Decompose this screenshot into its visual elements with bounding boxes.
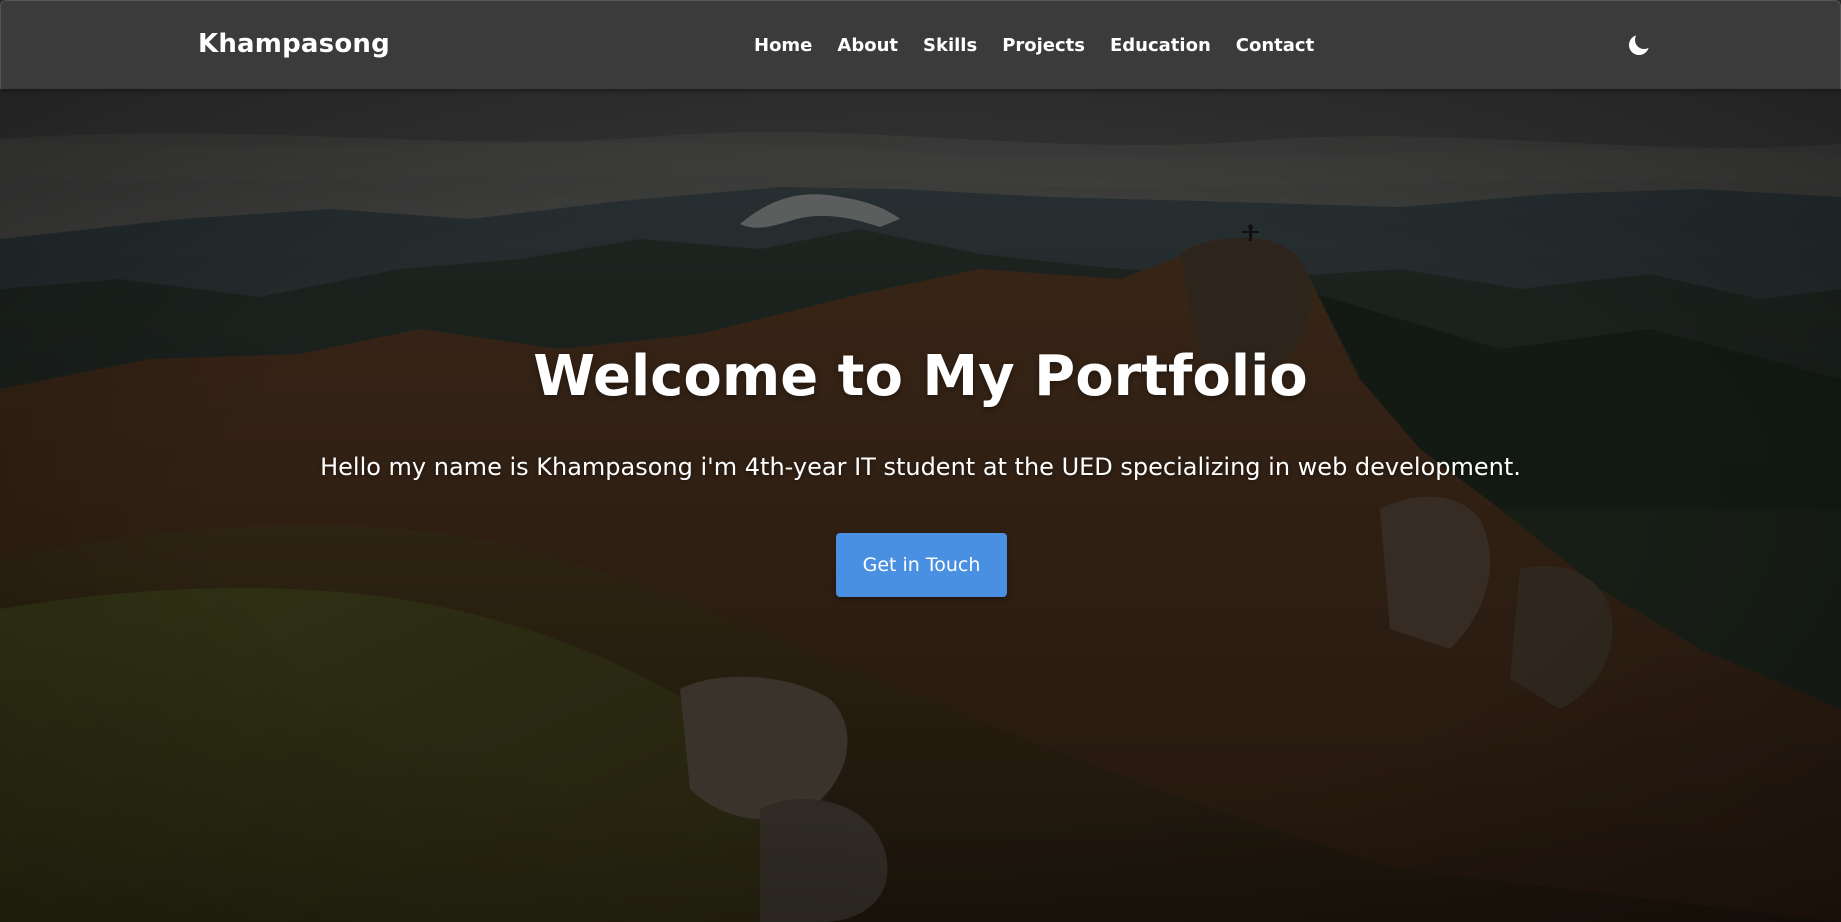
nav-links: Home About Skills Projects Education Con…: [754, 35, 1314, 56]
nav-link-contact[interactable]: Contact: [1236, 35, 1314, 56]
nav-item-contact: Contact: [1236, 35, 1314, 56]
get-in-touch-button[interactable]: Get in Touch: [836, 533, 1007, 597]
hero-subtitle: Hello my name is Khampasong i'm 4th-year…: [320, 453, 1521, 481]
nav-link-skills[interactable]: Skills: [923, 35, 977, 56]
brand-logo-link[interactable]: Khampasong: [198, 29, 390, 59]
nav-item-home: Home: [754, 35, 812, 56]
nav-link-about[interactable]: About: [837, 35, 898, 56]
nav-item-education: Education: [1110, 35, 1211, 56]
nav-link-education[interactable]: Education: [1110, 35, 1211, 56]
portfolio-page: Khampasong Home About Skills Projects Ed…: [0, 0, 1841, 922]
hero-content: Welcome to My Portfolio Hello my name is…: [0, 89, 1841, 922]
navbar: Khampasong Home About Skills Projects Ed…: [0, 0, 1841, 89]
hero-section: Welcome to My Portfolio Hello my name is…: [0, 89, 1841, 922]
theme-toggle-button[interactable]: [1625, 31, 1653, 59]
nav-link-home[interactable]: Home: [754, 35, 812, 56]
nav-item-projects: Projects: [1002, 35, 1085, 56]
hero-title: Welcome to My Portfolio: [533, 344, 1308, 409]
nav-item-about: About: [837, 35, 898, 56]
moon-icon: [1629, 35, 1649, 55]
nav-item-skills: Skills: [923, 35, 977, 56]
nav-link-projects[interactable]: Projects: [1002, 35, 1085, 56]
